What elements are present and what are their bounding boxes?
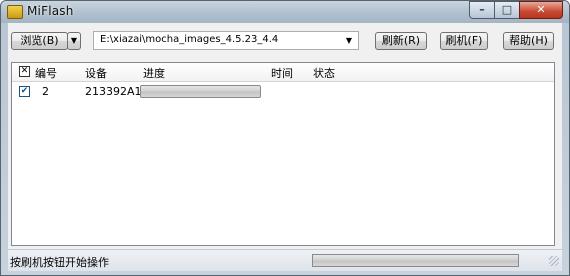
miflash-window: MiFlash – □ ✕ 浏览(B) ▼ E:\xiazai\mocha_im… xyxy=(0,0,570,276)
client-area: 浏览(B) ▼ E:\xiazai\mocha_images_4.5.23_4.… xyxy=(8,23,562,271)
resize-grip[interactable] xyxy=(549,256,559,266)
device-list: ✕ 编号 设备 进度 时间 状态 ✔ 2 213392A1 xyxy=(11,62,555,246)
refresh-button[interactable]: 刷新(R) xyxy=(375,32,427,50)
row-checkbox[interactable]: ✔ xyxy=(19,86,30,97)
device-list-header: ✕ 编号 设备 进度 时间 状态 xyxy=(12,63,554,82)
browse-button[interactable]: 浏览(B) xyxy=(11,32,68,50)
window-controls: – □ ✕ xyxy=(469,1,563,20)
device-id: 213392A1 xyxy=(85,85,142,98)
column-header-progress[interactable]: 进度 xyxy=(143,65,165,81)
image-path-value: E:\xiazai\mocha_images_4.5.23_4.4 xyxy=(100,34,279,45)
browse-dropdown-button[interactable]: ▼ xyxy=(67,32,81,50)
image-path-combobox[interactable]: E:\xiazai\mocha_images_4.5.23_4.4 ▼ xyxy=(93,31,359,50)
close-button[interactable]: ✕ xyxy=(519,1,563,19)
minimize-button[interactable]: – xyxy=(469,1,495,19)
status-text: 按刷机按钮开始操作 xyxy=(10,256,109,269)
maximize-button[interactable]: □ xyxy=(494,1,520,19)
select-all-checkbox[interactable]: ✕ xyxy=(19,66,30,77)
column-header-time[interactable]: 时间 xyxy=(271,65,293,81)
chevron-down-icon[interactable]: ▼ xyxy=(342,33,356,48)
status-progress-bar xyxy=(312,254,519,267)
title-bar[interactable]: MiFlash – □ ✕ xyxy=(1,1,569,23)
device-number: 2 xyxy=(42,85,49,98)
column-header-number[interactable]: 编号 xyxy=(35,65,57,81)
status-bar: 按刷机按钮开始操作 xyxy=(8,249,562,271)
flash-button[interactable]: 刷机(F) xyxy=(440,32,488,50)
help-button[interactable]: 帮助(H) xyxy=(503,32,554,50)
table-row[interactable]: ✔ 2 213392A1 xyxy=(12,82,554,100)
window-title: MiFlash xyxy=(27,4,74,18)
app-icon xyxy=(7,5,23,19)
column-header-device[interactable]: 设备 xyxy=(85,65,107,81)
device-progress-bar xyxy=(140,85,261,98)
column-header-status[interactable]: 状态 xyxy=(313,65,335,81)
